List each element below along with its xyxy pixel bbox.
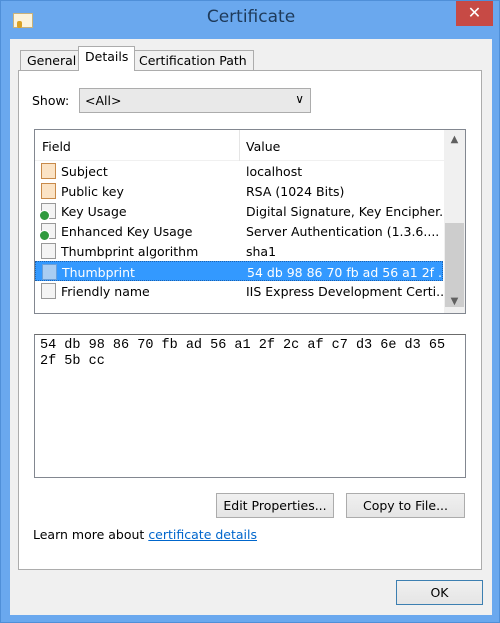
- field-name: Public key: [61, 184, 124, 199]
- property-icon: [41, 243, 56, 259]
- copy-to-file-button[interactable]: Copy to File...: [346, 493, 465, 518]
- field-name: Subject: [61, 164, 108, 179]
- scrollbar-thumb[interactable]: [445, 223, 464, 307]
- chevron-down-icon: ∨: [295, 92, 304, 106]
- property-icon: [42, 264, 57, 280]
- field-detail-textbox[interactable]: 54 db 98 86 70 fb ad 56 a1 2f 2c af c7 d…: [34, 334, 466, 478]
- list-row[interactable]: Friendly name IIS Express Development Ce…: [35, 281, 448, 301]
- column-divider[interactable]: [239, 130, 240, 161]
- show-label: Show:: [32, 93, 70, 108]
- list-row-selected[interactable]: Thumbprint 54 db 98 86 70 fb ad 56 a1 2f…: [35, 261, 450, 281]
- learn-more-prefix: Learn more about: [33, 527, 149, 542]
- window-title: Certificate: [206, 7, 296, 27]
- field-value: IIS Express Development Certi...: [246, 284, 449, 299]
- list-row[interactable]: Enhanced Key Usage Server Authentication…: [35, 221, 443, 241]
- edit-properties-button[interactable]: Edit Properties...: [216, 493, 334, 518]
- certificate-details-link[interactable]: certificate details: [148, 527, 257, 542]
- column-header-field[interactable]: Field: [42, 139, 71, 154]
- field-name: Enhanced Key Usage: [61, 224, 193, 239]
- field-value: Digital Signature, Key Encipher...: [246, 204, 452, 219]
- field-name: Thumbprint algorithm: [61, 244, 199, 259]
- field-value: RSA (1024 Bits): [246, 184, 345, 199]
- certificate-field-icon: [41, 183, 56, 199]
- close-button[interactable]: ✕: [456, 1, 493, 26]
- tab-general[interactable]: General: [20, 50, 84, 71]
- field-list[interactable]: Field Value Subject localhost Public key…: [34, 129, 466, 314]
- scroll-down-icon[interactable]: ▼: [444, 296, 465, 307]
- certificate-window: Certificate ✕ General Details Certificat…: [0, 0, 500, 623]
- certificate-field-icon: [41, 163, 56, 179]
- extension-icon: [39, 223, 56, 241]
- property-icon: [41, 283, 56, 299]
- ok-button[interactable]: OK: [396, 580, 483, 605]
- field-value: localhost: [246, 164, 303, 179]
- list-row[interactable]: Key Usage Digital Signature, Key Enciphe…: [35, 201, 451, 221]
- tab-details[interactable]: Details: [78, 46, 136, 71]
- tab-certification-path[interactable]: Certification Path: [132, 50, 254, 71]
- extension-icon: [39, 203, 56, 221]
- scroll-up-icon[interactable]: ▲: [444, 134, 465, 145]
- show-dropdown[interactable]: <All> ∨: [79, 88, 311, 113]
- list-row[interactable]: Public key RSA (1024 Bits): [35, 181, 443, 201]
- list-row[interactable]: Subject localhost: [35, 161, 443, 181]
- learn-more-text: Learn more about certificate details: [33, 527, 257, 542]
- field-value: sha1: [246, 244, 277, 259]
- field-name: Key Usage: [61, 204, 127, 219]
- field-name: Friendly name: [61, 284, 150, 299]
- field-name: Thumbprint: [62, 265, 135, 280]
- list-row[interactable]: Thumbprint algorithm sha1: [35, 241, 443, 261]
- field-value: 54 db 98 86 70 fb ad 56 a1 2f ...: [247, 265, 450, 280]
- column-header-value[interactable]: Value: [246, 139, 280, 154]
- show-selected: <All>: [85, 93, 122, 108]
- list-scrollbar[interactable]: ▲ ▼: [444, 130, 465, 313]
- field-value: Server Authentication (1.3.6....: [246, 224, 440, 239]
- list-header: Field Value: [35, 130, 445, 161]
